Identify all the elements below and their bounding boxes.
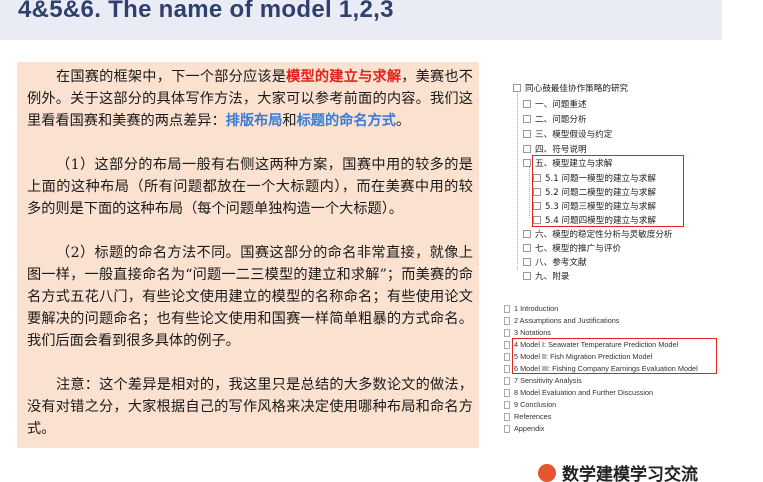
p1-highlight-naming: 标题的命名方式: [296, 113, 396, 130]
toc-en-item-label: 2 Assumptions and Justifications: [514, 316, 620, 325]
p1-text-a: 在国赛的框架中，下一个部分应该是: [56, 69, 287, 85]
highlight-box: [532, 155, 684, 227]
page-icon: [504, 400, 510, 409]
toc-en-item[interactable]: 1 Introduction: [504, 303, 558, 314]
slide-title: 4&5&6. The name of model 1,2,3: [18, 0, 394, 23]
toc-en-item[interactable]: 2 Assumptions and Justifications: [504, 315, 619, 326]
page-icon: [504, 340, 510, 349]
toc-cn-item[interactable]: 六、模型的稳定性分析与灵敏度分析: [523, 228, 673, 240]
page-icon: [504, 412, 510, 421]
toc-cn-item-label: 六、模型的稳定性分析与灵敏度分析: [535, 230, 673, 240]
toc-cn-item[interactable]: 四、符号说明: [523, 143, 587, 155]
toc-cn-item[interactable]: 三、模型假设与约定: [523, 128, 612, 140]
toc-cn-item[interactable]: 二、问题分析: [523, 113, 587, 125]
toc-en-item[interactable]: 7 Sensitivity Analysis: [504, 375, 582, 386]
toc-en-item[interactable]: 3 Notations: [504, 327, 551, 338]
checkbox-icon[interactable]: [523, 115, 531, 123]
toc-en-item-label: 1 Introduction: [514, 304, 559, 313]
page-icon: [504, 364, 510, 373]
page-icon: [504, 328, 510, 337]
logo-icon: [538, 464, 556, 482]
paragraph-2: （1）这部分的布局一般有右侧这两种方案，国赛中用的较多的是上面的这种布局（所有问…: [27, 157, 473, 218]
toc-cn-outline: 同心鼓最佳协作策略的研究 一、问题重述 二、问题分析 三、模型假设与约定 四、符…: [513, 78, 713, 282]
page-icon: [504, 304, 510, 313]
tree-line: [517, 90, 518, 270]
checkbox-icon[interactable]: [523, 145, 531, 153]
checkbox-icon[interactable]: [523, 258, 531, 266]
page-icon: [504, 388, 510, 397]
toc-en-item-label: Appendix: [514, 424, 545, 433]
toc-cn-root[interactable]: 同心鼓最佳协作策略的研究: [513, 82, 628, 94]
text-panel: 在国赛的框架中，下一个部分应该是模型的建立与求解，美赛也不例外。关于这部分的具体…: [17, 62, 479, 448]
page-icon: [504, 316, 510, 325]
toc-en-item[interactable]: 8 Model Evaluation and Further Discussio…: [504, 387, 653, 398]
toc-cn-item-label: 四、符号说明: [535, 145, 587, 155]
toc-en-item-label: 8 Model Evaluation and Further Discussio…: [514, 388, 654, 397]
checkbox-icon[interactable]: [523, 230, 531, 238]
page-icon: [504, 424, 510, 433]
toc-en-item-label: 9 Conclusion: [514, 400, 557, 409]
checkbox-icon[interactable]: [513, 84, 521, 92]
toc-en-item-label: 7 Sensitivity Analysis: [514, 376, 582, 385]
toc-en-outline: 1 Introduction 2 Assumptions and Justifi…: [504, 300, 724, 440]
toc-cn-item-label: 二、问题分析: [535, 115, 587, 125]
toc-cn-item[interactable]: 八、参考文献: [523, 256, 587, 268]
checkbox-icon[interactable]: [523, 272, 531, 280]
toc-cn-item-label: 九、附录: [535, 272, 570, 282]
page-icon: [504, 352, 510, 361]
p1-text-e: 和: [282, 113, 297, 130]
checkbox-icon[interactable]: [523, 244, 531, 252]
title-bar: 4&5&6. The name of model 1,2,3: [0, 0, 722, 40]
toc-en-item[interactable]: 9 Conclusion: [504, 399, 556, 410]
toc-cn-item-label: 七、模型的推广与评价: [535, 244, 621, 254]
tree-line: [529, 162, 530, 218]
toc-cn-item-label: 三、模型假设与约定: [535, 130, 613, 140]
page-icon: [504, 376, 510, 385]
toc-cn-item-label: 一、问题重述: [535, 100, 587, 110]
paragraph-4: 注意：这个差异是相对的，我这里只是总结的大多数论文的做法，没有对错之分，大家根据…: [27, 377, 473, 438]
p1-highlight-model: 模型的建立与求解: [286, 69, 402, 85]
toc-en-item[interactable]: References: [504, 411, 551, 422]
toc-cn-item[interactable]: 九、附录: [523, 270, 569, 282]
toc-cn-item[interactable]: 一、问题重述: [523, 98, 587, 110]
logo-text: 数学建模学习交流: [562, 465, 698, 482]
p1-highlight-layout: 排版布局: [225, 113, 283, 130]
toc-cn-root-label: 同心鼓最佳协作策略的研究: [525, 84, 629, 94]
highlight-box: [512, 338, 717, 374]
toc-en-item[interactable]: Appendix: [504, 423, 544, 434]
paragraph-3: （2）标题的命名方法不同。国赛这部分的命名非常直接，就像上图一样，一般直接命名为…: [27, 245, 473, 350]
checkbox-icon[interactable]: [523, 100, 531, 108]
p1-text-g: 。: [395, 113, 411, 130]
checkbox-icon[interactable]: [523, 159, 531, 167]
checkbox-icon[interactable]: [523, 130, 531, 138]
toc-en-item-label: 3 Notations: [514, 328, 551, 337]
paragraph-1: 在国赛的框架中，下一个部分应该是模型的建立与求解，美赛也不例外。关于这部分的具体…: [27, 66, 473, 132]
footer-logo: 数学建模学习交流: [538, 462, 763, 482]
toc-en-item-label: References: [514, 412, 552, 421]
toc-cn-item-label: 八、参考文献: [535, 258, 587, 268]
toc-cn-item[interactable]: 七、模型的推广与评价: [523, 242, 621, 254]
